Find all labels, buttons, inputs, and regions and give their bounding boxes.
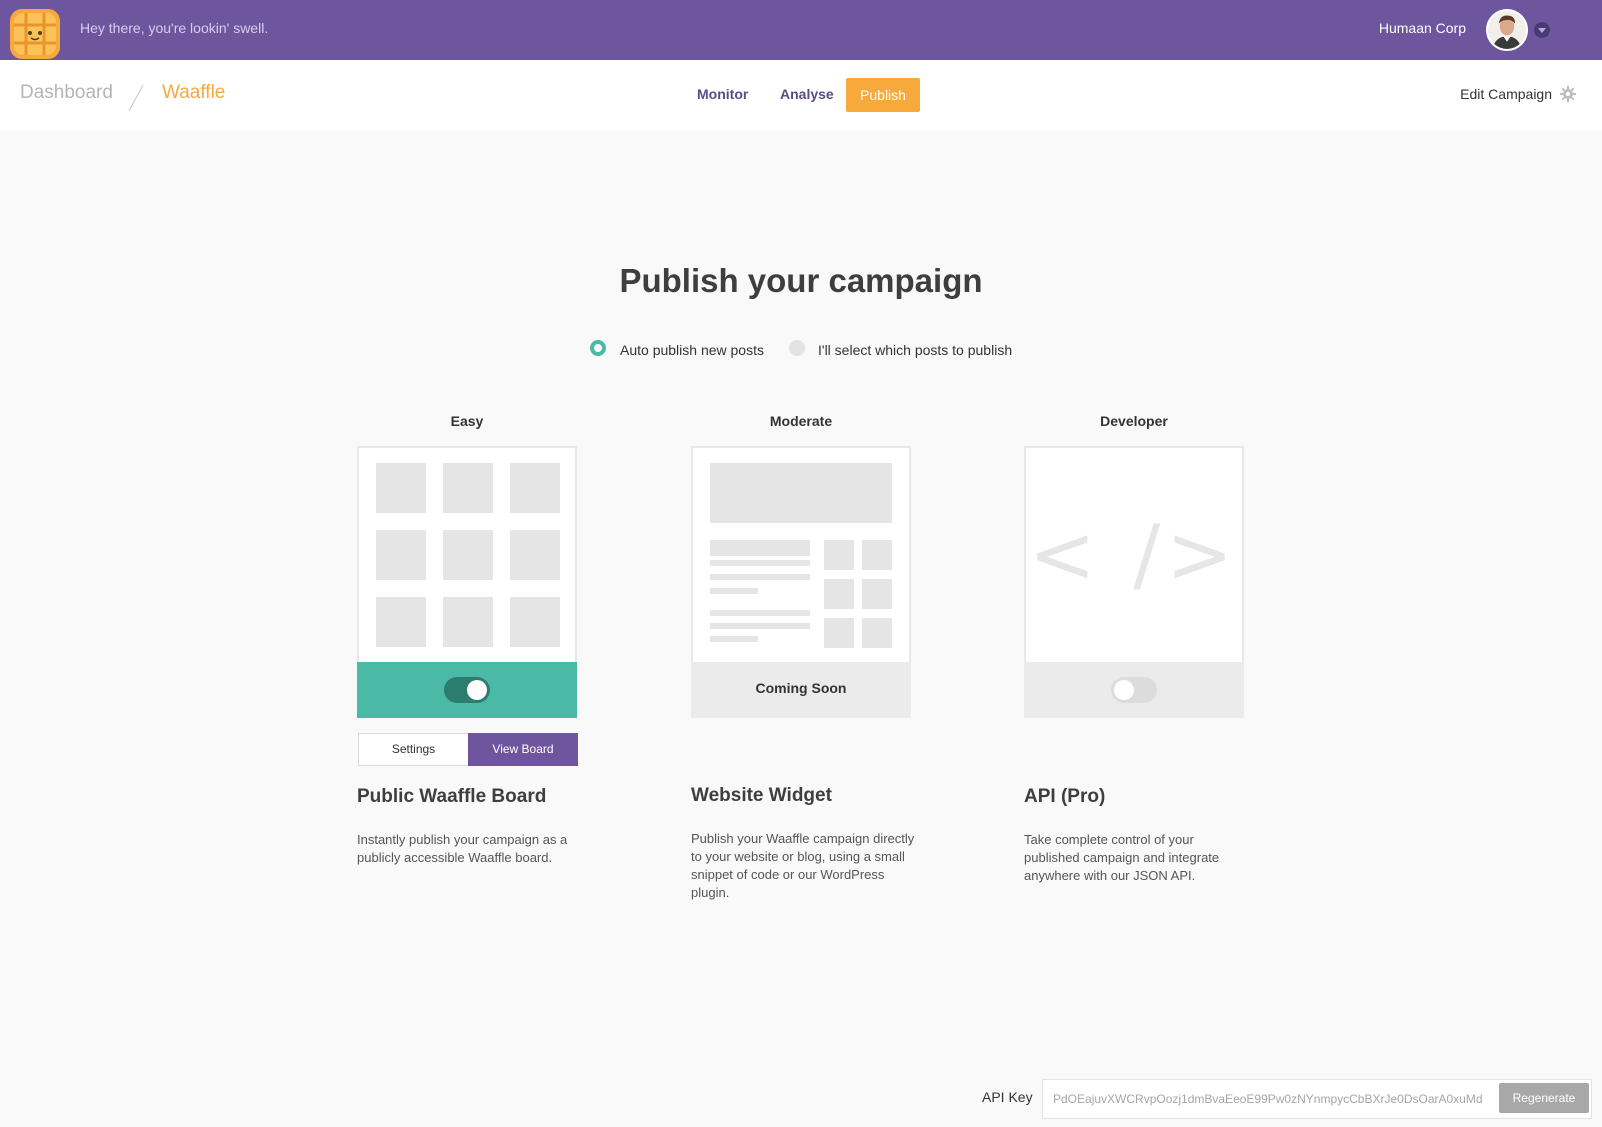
board-tile [510, 530, 560, 580]
tab-publish[interactable]: Publish [846, 78, 920, 112]
sub-navigation: Dashboard Waaffle Monitor Analyse Publis… [0, 60, 1602, 130]
widget-thumb-placeholder [862, 579, 892, 609]
widget-thumb-placeholder [824, 618, 854, 648]
widget-text-placeholder [710, 636, 758, 642]
breadcrumb-dashboard[interactable]: Dashboard [20, 82, 113, 104]
api-preview-card: < /> [1024, 446, 1244, 718]
tab-analyse[interactable]: Analyse [780, 86, 834, 102]
user-avatar-icon [1488, 11, 1526, 49]
tab-monitor[interactable]: Monitor [697, 86, 748, 102]
widget-thumb-placeholder [824, 579, 854, 609]
column-label-moderate: Moderate [769, 413, 833, 429]
board-publish-toggle[interactable] [444, 677, 490, 703]
company-name[interactable]: Humaan Corp [1379, 20, 1466, 36]
widget-banner-placeholder [710, 463, 892, 523]
board-tile [376, 463, 426, 513]
api-description: Take complete control of your published … [1024, 832, 1220, 883]
radio-label-auto-publish[interactable]: Auto publish new posts [620, 342, 764, 358]
api-publish-toggle[interactable] [1111, 677, 1157, 703]
board-card-footer [357, 662, 577, 718]
breadcrumb-separator-icon [128, 84, 144, 112]
top-bar: Hey there, you're lookin' swell. Humaan … [0, 0, 1602, 60]
regenerate-button[interactable]: Regenerate [1499, 1083, 1589, 1113]
toggle-knob [467, 680, 487, 700]
column-label-easy: Easy [450, 413, 484, 429]
widget-text-placeholder [710, 623, 810, 629]
board-tile [376, 530, 426, 580]
widget-description: Publish your Waaffle campaign directly t… [691, 831, 915, 900]
board-description: Instantly publish your campaign as a pub… [357, 832, 568, 865]
widget-text-placeholder [710, 540, 810, 556]
widget-thumb-placeholder [862, 618, 892, 648]
widget-text-placeholder [710, 574, 810, 580]
board-title: Public Waaffle Board [357, 786, 547, 807]
board-tile [443, 597, 493, 647]
board-settings-button[interactable]: Settings [358, 733, 469, 766]
toggle-knob [1114, 680, 1134, 700]
api-key-label: API Key [982, 1089, 1033, 1105]
widget-text-placeholder [710, 560, 810, 566]
waffle-logo-icon[interactable] [8, 7, 62, 61]
gear-icon[interactable] [1560, 86, 1576, 102]
breadcrumb-current: Waaffle [162, 82, 226, 103]
widget-text-placeholder [710, 588, 758, 594]
api-card-footer [1024, 662, 1244, 718]
widget-card-footer: Coming Soon [691, 662, 911, 718]
view-board-button[interactable]: View Board [468, 733, 578, 766]
avatar[interactable] [1486, 9, 1528, 51]
radio-auto-publish[interactable] [590, 340, 606, 356]
board-tile [376, 597, 426, 647]
page-title: Publish your campaign [619, 262, 983, 299]
board-tile [510, 463, 560, 513]
widget-preview-card: Coming Soon [691, 446, 911, 718]
board-preview-card [357, 446, 577, 718]
board-tile [443, 530, 493, 580]
code-brackets-icon: < /> [1028, 508, 1240, 601]
edit-campaign-link[interactable]: Edit Campaign [1460, 86, 1552, 102]
chevron-down-icon[interactable] [1534, 22, 1550, 38]
board-tile [443, 463, 493, 513]
widget-thumb-placeholder [824, 540, 854, 570]
api-key-field[interactable]: PdOEajuvXWCRvpOozj1dmBvaEeoE99Pw0zNYnmpy… [1042, 1079, 1592, 1119]
widget-title: Website Widget [691, 785, 832, 806]
widget-text-placeholder [710, 610, 810, 616]
radio-label-manual-select[interactable]: I'll select which posts to publish [818, 342, 1012, 358]
radio-manual-select[interactable] [789, 340, 805, 356]
greeting-text: Hey there, you're lookin' swell. [80, 20, 269, 36]
column-label-developer: Developer [1100, 413, 1168, 429]
widget-thumb-placeholder [862, 540, 892, 570]
board-tile [510, 597, 560, 647]
coming-soon-label: Coming Soon [755, 680, 847, 696]
api-key-value[interactable]: PdOEajuvXWCRvpOozj1dmBvaEeoE99Pw0zNYnmpy… [1053, 1092, 1483, 1106]
api-title: API (Pro) [1024, 786, 1106, 807]
